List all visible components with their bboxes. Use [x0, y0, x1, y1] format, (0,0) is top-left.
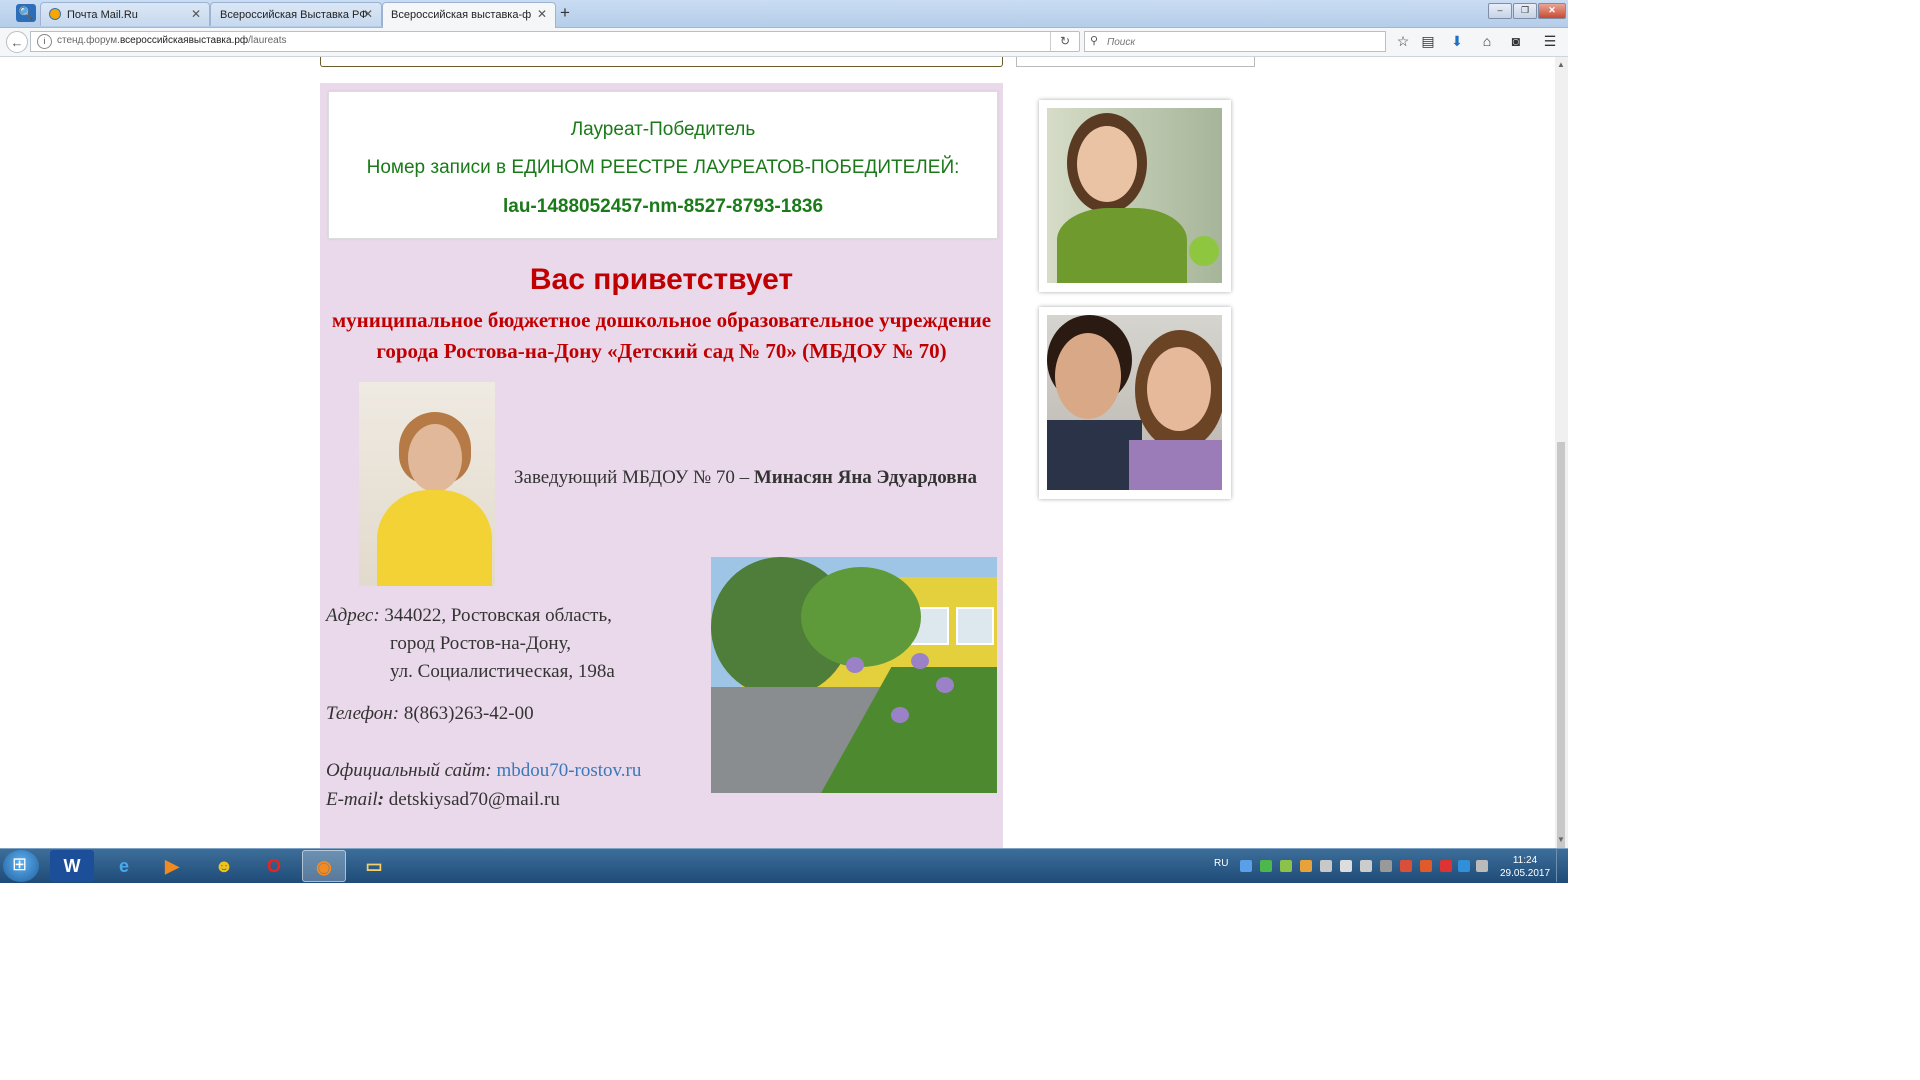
- tray-volume-icon[interactable]: [1320, 860, 1332, 872]
- page-viewport: Лауреат-Победитель Номер записи в ЕДИНОМ…: [0, 57, 1555, 848]
- email-line: E-mail: detskiysad70@mail.ru: [326, 789, 560, 810]
- word-icon[interactable]: W: [50, 850, 94, 882]
- pocket-icon[interactable]: ◙: [1506, 32, 1526, 50]
- tray-app-icon[interactable]: [1280, 860, 1292, 872]
- tray-network-icon[interactable]: [1240, 860, 1252, 872]
- nav-bar: ← i стенд.форум.всероссийскаявыставка.рф…: [0, 28, 1568, 57]
- address-label: Адрес:: [326, 605, 380, 626]
- menu-icon[interactable]: ☰: [1540, 32, 1560, 50]
- title-bar: 🔍 Почта Mail.Ru ✕ Всероссийская Выставка…: [0, 0, 1568, 28]
- new-tab-icon[interactable]: +: [560, 3, 570, 23]
- address-line-3: ул. Социалистическая, 198а: [390, 661, 615, 682]
- tab-label: Почта Mail.Ru: [67, 9, 138, 21]
- tray-app2-icon[interactable]: [1400, 860, 1412, 872]
- sidebar-photo-student[interactable]: [1039, 100, 1231, 292]
- clock-time: 11:24: [1512, 855, 1538, 866]
- tab-label: Всероссийская выставка-форум: [391, 9, 531, 21]
- greeting-heading: Вас приветствует: [529, 263, 794, 296]
- tray-display-icon[interactable]: [1360, 860, 1372, 872]
- tray-antivirus-icon[interactable]: [1260, 860, 1272, 872]
- site-label: Официальный сайт:: [326, 760, 492, 781]
- maximize-icon[interactable]: ❐: [1513, 3, 1537, 19]
- phone-line: Телефон: 8(863)263-42-00: [326, 703, 534, 725]
- clock-date: 29.05.2017: [1500, 868, 1551, 879]
- kindergarten-photo: [711, 557, 997, 793]
- tab-mail[interactable]: Почта Mail.Ru ✕: [40, 2, 210, 26]
- address-bar[interactable]: i стенд.форум.всероссийскаявыставка.рф/l…: [30, 31, 1080, 52]
- address-line-2: город Ростов-на-Дону,: [390, 633, 571, 654]
- messenger-icon[interactable]: ☻: [202, 850, 246, 882]
- site-line: Официальный сайт: mbdou70-rostov.ru: [326, 760, 641, 782]
- tray-shield-icon[interactable]: [1380, 860, 1392, 872]
- org-line-2: города Ростова-на-Дону «Детский сад № 70…: [376, 339, 947, 363]
- show-desktop-button[interactable]: [1556, 849, 1569, 882]
- sidebar-photo-couple[interactable]: [1039, 307, 1231, 499]
- start-button[interactable]: [3, 850, 39, 882]
- certificate-box: Лауреат-Победитель Номер записи в ЕДИНОМ…: [328, 91, 998, 239]
- search-input[interactable]: [1105, 34, 1379, 51]
- tray-update-icon[interactable]: [1300, 860, 1312, 872]
- magnifier-icon: ⚲: [1090, 35, 1099, 47]
- site-link[interactable]: mbdou70-rostov.ru: [496, 760, 641, 781]
- previous-content-box: [320, 57, 1003, 67]
- file-explorer-icon[interactable]: ▭: [352, 850, 396, 882]
- firefox-icon[interactable]: ◉: [302, 850, 346, 882]
- phone-label: Телефон:: [326, 703, 400, 724]
- tray-flag-icon[interactable]: [1476, 860, 1488, 872]
- director-photo: [359, 382, 495, 586]
- language-indicator[interactable]: RU: [1214, 858, 1228, 869]
- download-icon[interactable]: ⬇: [1447, 32, 1467, 50]
- search-icon[interactable]: 🔍: [16, 4, 36, 22]
- opera-icon[interactable]: O: [252, 850, 296, 882]
- tray-app5-icon[interactable]: [1458, 860, 1470, 872]
- close-window-icon[interactable]: ✕: [1538, 3, 1566, 19]
- scroll-up-icon[interactable]: ▲: [1557, 60, 1565, 69]
- director-name: Минасян Яна Эдуардовна: [753, 467, 977, 488]
- close-icon[interactable]: ✕: [191, 7, 201, 21]
- reload-icon[interactable]: ↻: [1050, 32, 1079, 51]
- internet-explorer-icon[interactable]: e: [102, 850, 146, 882]
- clock[interactable]: 11:24 29.05.2017: [1500, 854, 1550, 880]
- phone-number: 8(863)263-42-00: [399, 703, 534, 724]
- scroll-down-icon[interactable]: ▼: [1557, 835, 1565, 844]
- tab-exhibition[interactable]: Всероссийская Выставка РФ ✕: [210, 2, 382, 26]
- address-line-1: 344022, Ростовская область,: [379, 605, 612, 626]
- close-icon[interactable]: ✕: [537, 7, 547, 21]
- email-address: detskiysad70@mail.ru: [384, 789, 560, 810]
- email-label: E-mail: [326, 789, 378, 810]
- media-player-icon[interactable]: ▶: [150, 850, 194, 882]
- tab-forum[interactable]: Всероссийская выставка-форум ✕: [382, 2, 556, 28]
- bookmark-star-icon[interactable]: ☆: [1393, 32, 1413, 50]
- tray-app4-icon[interactable]: [1440, 860, 1452, 872]
- organization-name: муниципальное бюджетное дошкольное образ…: [320, 305, 1003, 367]
- mail-favicon-icon: [49, 8, 61, 20]
- director-role: Заведующий МБДОУ № 70 –: [514, 467, 754, 488]
- minimize-icon[interactable]: –: [1488, 3, 1512, 19]
- laureate-title: Лауреат-Победитель: [570, 119, 756, 140]
- close-icon[interactable]: ✕: [363, 7, 373, 21]
- bookmarks-list-icon[interactable]: ▤: [1418, 32, 1438, 50]
- previous-sidebar-box: [1016, 57, 1255, 67]
- org-line-1: муниципальное бюджетное дошкольное образ…: [331, 308, 992, 332]
- home-icon[interactable]: ⌂: [1477, 32, 1497, 50]
- tab-label: Всероссийская Выставка РФ: [220, 9, 368, 21]
- address-block: Адрес: 344022, Ростовская область, город…: [326, 602, 615, 686]
- back-arrow-icon[interactable]: ←: [6, 31, 28, 53]
- search-box[interactable]: ⚲: [1084, 31, 1386, 52]
- tray-app3-icon[interactable]: [1420, 860, 1432, 872]
- registry-label: Номер записи в ЕДИНОМ РЕЕСТРЕ ЛАУРЕАТОВ-…: [366, 157, 960, 178]
- vertical-scrollbar[interactable]: ▲ ▼: [1555, 57, 1568, 852]
- tray-speaker-icon[interactable]: [1340, 860, 1352, 872]
- laureate-card: Лауреат-Победитель Номер записи в ЕДИНОМ…: [320, 83, 1003, 848]
- director-line: Заведующий МБДОУ № 70 – Минасян Яна Эдуа…: [514, 467, 977, 489]
- url-text[interactable]: стенд.форум.всероссийскаявыставка.рф/lau…: [57, 35, 287, 46]
- info-icon[interactable]: i: [37, 34, 52, 49]
- taskbar: W e ▶ ☻ O ◉ ▭: [0, 848, 1568, 883]
- scroll-thumb[interactable]: [1557, 442, 1565, 852]
- registry-number: lau-1488052457-nm-8527-8793-1836: [502, 196, 824, 217]
